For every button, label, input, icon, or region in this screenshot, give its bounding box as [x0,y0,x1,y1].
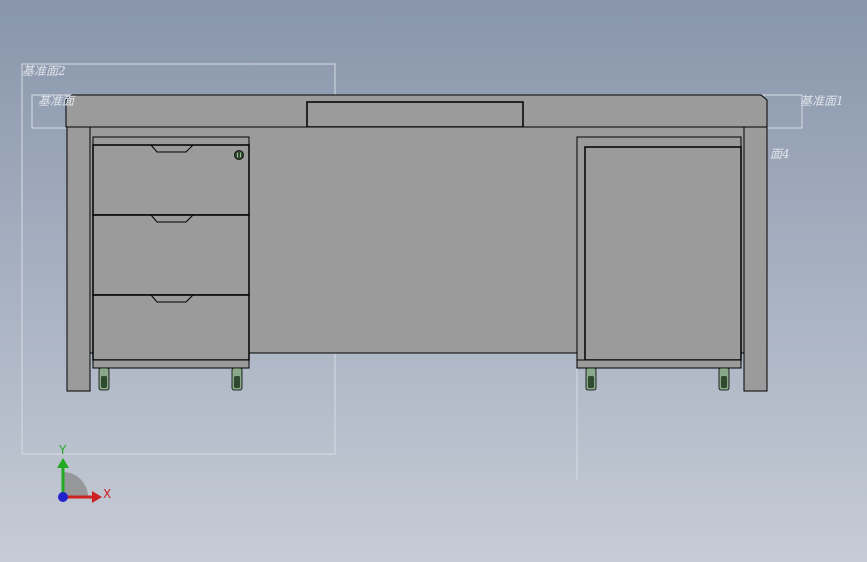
cabinet-pedestal-base [576,359,742,369]
lock-icon[interactable] [234,150,244,160]
keyboard-tray-recess [306,101,524,128]
coordinate-triad-icon[interactable] [57,458,102,503]
drawer-1[interactable] [92,144,250,216]
plane-label-right-inner: 面4 [770,147,790,161]
drawer-2[interactable] [92,214,250,296]
plane-label-top-left: 基准面2 [22,64,66,78]
cabinet-pedestal [576,136,742,369]
drawer-3[interactable] [92,294,250,361]
caster-icon [231,367,243,391]
cad-viewport[interactable]: 基准面2 基准面 基准面1 面4 Y X [0,0,867,562]
caster-icon [585,367,597,391]
desk-model[interactable] [0,0,867,562]
caster-icon [98,367,110,391]
right-leg [743,126,768,392]
axis-y-label: Y [59,443,67,457]
drawer-pedestal [92,136,250,369]
plane-label-right: 基准面1 [800,94,844,108]
plane-label-left: 基准面 [38,94,75,108]
cabinet-door[interactable] [584,146,742,361]
caster-icon [718,367,730,391]
axis-x-label: X [103,487,112,501]
left-leg [66,126,91,392]
drawer-pedestal-base [92,359,250,369]
